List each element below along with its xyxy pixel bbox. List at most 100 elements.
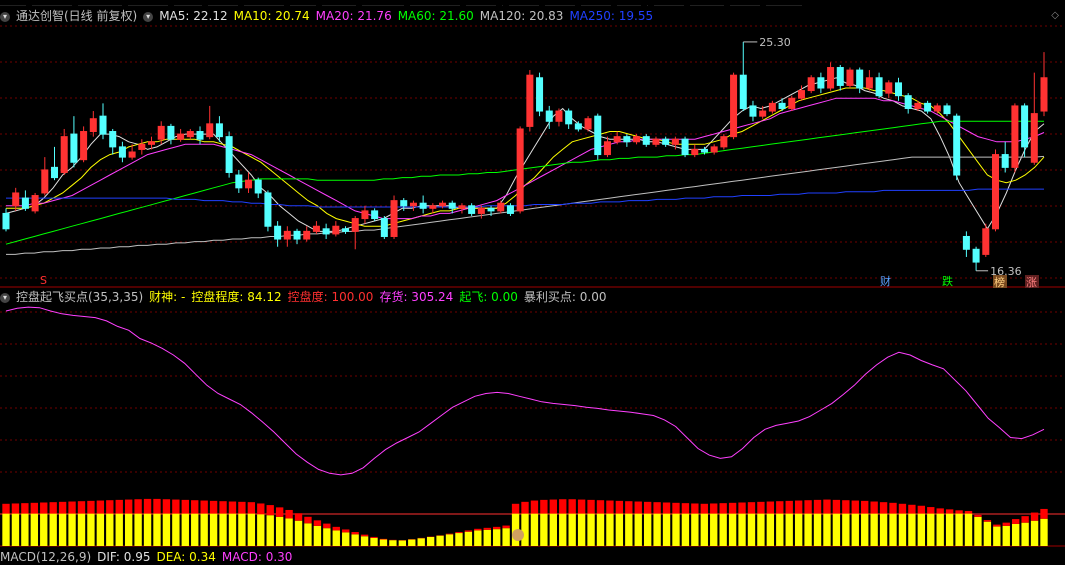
red-bar (569, 499, 576, 513)
yellow-bar (172, 514, 179, 546)
candle-body (711, 147, 717, 152)
candle-body (876, 78, 882, 96)
red-bar (1012, 519, 1019, 524)
yellow-bar (719, 514, 726, 546)
yellow-bar (672, 514, 679, 546)
yellow-bar (493, 529, 500, 546)
candle-body (634, 137, 640, 142)
yellow-bar (786, 514, 793, 546)
yellow-bar (351, 534, 358, 546)
red-bar (512, 504, 519, 514)
candle-body (507, 206, 513, 214)
red-bar (163, 499, 170, 513)
candle-body (61, 137, 67, 173)
yellow-bar (729, 514, 736, 546)
candle-body (51, 167, 57, 177)
yellow-bar (889, 514, 896, 546)
yellow-bar (418, 538, 425, 546)
yellow-bar (446, 534, 453, 546)
candle-body (129, 152, 135, 157)
candle-body (983, 229, 989, 255)
red-bar (804, 500, 811, 513)
yellow-bar (455, 533, 462, 546)
red-bar (946, 509, 953, 513)
candle-body (391, 201, 397, 237)
red-bar (1021, 516, 1028, 523)
candle-body (954, 116, 960, 175)
yellow-bar (68, 514, 75, 546)
yellow-bar (531, 514, 538, 546)
yellow-bar (389, 540, 396, 546)
red-bar (908, 505, 915, 514)
red-bar (823, 500, 830, 514)
candle-body (828, 68, 834, 88)
signal-s: S (40, 274, 47, 287)
red-bar (314, 520, 321, 526)
candle-body (226, 137, 232, 173)
yellow-bar (880, 514, 887, 546)
yellow-bar (767, 514, 774, 546)
candle-body (187, 132, 193, 137)
yellow-bar (163, 514, 170, 546)
red-bar (116, 500, 123, 514)
red-bar (106, 500, 113, 513)
yellow-bar (852, 514, 859, 546)
candle-body (401, 201, 407, 206)
candle-body (595, 116, 601, 154)
yellow-bar (738, 514, 745, 546)
red-bar (87, 501, 94, 514)
candle-body (682, 139, 688, 154)
ma-line-ma250 (6, 189, 1044, 207)
yellow-bar (380, 540, 387, 546)
red-bar (1003, 523, 1010, 526)
red-bar (97, 501, 104, 514)
yellow-bar (1031, 521, 1038, 546)
yellow-bar (823, 514, 830, 546)
candle-body (672, 139, 678, 144)
red-bar (1040, 509, 1047, 519)
yellow-bar (229, 514, 236, 546)
yellow-bar (465, 532, 472, 546)
red-bar (833, 500, 840, 514)
yellow-bar (342, 532, 349, 546)
yellow-bar (653, 514, 660, 546)
yellow-bar (40, 514, 47, 546)
yellow-bar (559, 514, 566, 546)
candle-body (866, 78, 872, 88)
candle-body (207, 124, 213, 137)
red-bar (1031, 513, 1038, 521)
yellow-bar (833, 514, 840, 546)
red-bar (550, 500, 557, 514)
high-label: 25.30 (759, 36, 791, 49)
red-bar (899, 504, 906, 514)
yellow-bar (842, 514, 849, 546)
chart-canvas[interactable]: 25.3016.36S财跌榜涨 (0, 0, 1065, 559)
candle-body (352, 219, 358, 232)
red-bar (776, 501, 783, 513)
buy-marker-icon (512, 529, 524, 541)
candle-body (265, 193, 271, 226)
candle-body (119, 147, 125, 157)
red-bar (889, 503, 896, 514)
yellow-bar (955, 514, 962, 546)
candle-body (158, 126, 164, 139)
yellow-bar (248, 514, 255, 546)
red-bar (965, 511, 972, 514)
yellow-bar (993, 527, 1000, 546)
yellow-bar (1040, 519, 1047, 546)
red-bar (182, 500, 189, 514)
candle-body (614, 137, 620, 142)
candle-body (740, 75, 746, 108)
candle-body (895, 83, 901, 96)
red-bar (701, 504, 708, 514)
candle-body (731, 75, 737, 136)
red-bar (380, 539, 387, 540)
yellow-bar (587, 514, 594, 546)
yellow-bar (304, 523, 311, 546)
candle-body (469, 206, 475, 214)
yellow-bar (21, 514, 28, 546)
yellow-bar (597, 514, 604, 546)
candle-body (362, 211, 368, 219)
candle-body (750, 106, 756, 116)
red-bar (219, 501, 226, 513)
